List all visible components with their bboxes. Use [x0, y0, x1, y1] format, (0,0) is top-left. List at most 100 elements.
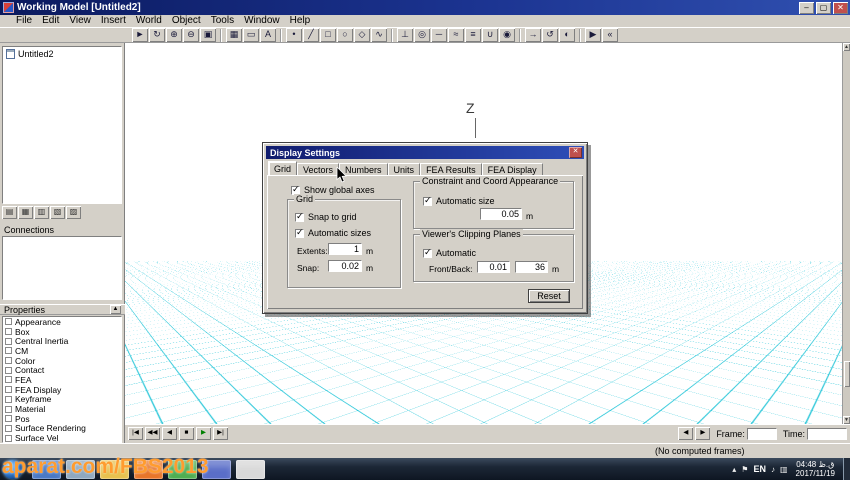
rod-tool-icon[interactable]: ─: [431, 28, 447, 42]
property-box[interactable]: Box: [3, 327, 121, 337]
reset-to-start-button[interactable]: |◀: [128, 427, 143, 440]
scroll-up-icon[interactable]: ▲: [843, 43, 850, 51]
snap-input[interactable]: [328, 260, 362, 272]
damper-tool-icon[interactable]: ≡: [465, 28, 481, 42]
browser-diagonal-tab[interactable]: ▧: [50, 206, 65, 219]
property-checkbox[interactable]: [5, 424, 12, 432]
time-input[interactable]: [807, 427, 847, 440]
show-desktop-button[interactable]: [843, 458, 850, 480]
zoom-out-icon[interactable]: ⊖: [183, 28, 199, 42]
property-fea[interactable]: FEA: [3, 375, 121, 385]
minimize-button[interactable]: –: [799, 1, 814, 14]
menu-insert[interactable]: Insert: [96, 15, 131, 27]
rotate-tool-icon[interactable]: ↻: [149, 28, 165, 42]
torque-tool-icon[interactable]: ↺: [542, 28, 558, 42]
property-checkbox[interactable]: [5, 405, 12, 413]
property-checkbox[interactable]: [5, 415, 12, 423]
extents-input[interactable]: [328, 243, 362, 255]
volume-icon[interactable]: ♪: [771, 465, 775, 474]
tab-fea-results[interactable]: FEA Results: [420, 163, 482, 175]
pin-joint-icon[interactable]: ◎: [414, 28, 430, 42]
taskbar-app-icon-7[interactable]: [236, 459, 265, 479]
menu-world[interactable]: World: [131, 15, 167, 27]
property-material[interactable]: Material: [3, 404, 121, 414]
menu-view[interactable]: View: [64, 15, 96, 27]
frame-forward-button[interactable]: ▶: [695, 427, 711, 440]
property-surface-rendering[interactable]: Surface Rendering: [3, 423, 121, 433]
motor-tool-icon[interactable]: ◐: [559, 28, 575, 42]
front-clip-input[interactable]: [477, 261, 510, 273]
dialog-close-button[interactable]: ✕: [569, 147, 582, 158]
tab-fea-display[interactable]: FEA Display: [481, 163, 543, 175]
browser-outline-tab[interactable]: ▤: [2, 206, 17, 219]
property-checkbox[interactable]: [5, 357, 12, 365]
text-tool-icon[interactable]: A: [260, 28, 276, 42]
property-surface-vel[interactable]: Surface Vel: [3, 433, 121, 442]
rope-tool-icon[interactable]: ∪: [482, 28, 498, 42]
tray-expand-button[interactable]: ▴: [732, 465, 736, 474]
stop-button[interactable]: ■: [179, 427, 194, 440]
menu-tools[interactable]: Tools: [206, 15, 239, 27]
rectangle-tool-icon[interactable]: □: [320, 28, 336, 42]
zoom-extents-icon[interactable]: ▣: [200, 28, 216, 42]
property-checkbox[interactable]: [5, 395, 12, 403]
tab-grid[interactable]: Grid: [268, 161, 298, 175]
point-tool-icon[interactable]: •: [286, 28, 302, 42]
grid-snap-icon[interactable]: ▦: [226, 28, 242, 42]
select-tool-icon[interactable]: ►: [132, 28, 148, 42]
ruler-icon[interactable]: ▭: [243, 28, 259, 42]
property-fea-display[interactable]: FEA Display: [3, 385, 121, 395]
constraint-size-input[interactable]: [480, 208, 522, 220]
property-checkbox[interactable]: [5, 337, 12, 345]
tree-item-untitled2[interactable]: Untitled2: [3, 47, 121, 59]
property-checkbox[interactable]: [5, 386, 12, 394]
property-checkbox[interactable]: [5, 366, 12, 374]
property-color[interactable]: Color: [3, 356, 121, 366]
frame-back-button[interactable]: ◀: [678, 427, 694, 440]
browser-split-tab[interactable]: ▥: [34, 206, 49, 219]
circle-tool-icon[interactable]: ○: [337, 28, 353, 42]
reset-button[interactable]: Reset: [528, 289, 570, 303]
vertical-scrollbar[interactable]: ▲ ▼: [842, 43, 850, 424]
automatic-size-checkbox[interactable]: Automatic size: [423, 195, 495, 206]
menu-file[interactable]: File: [11, 15, 37, 27]
action-center-icon[interactable]: ⚑: [741, 465, 748, 474]
browser-shade-tab[interactable]: ▨: [66, 206, 81, 219]
close-button[interactable]: ✕: [833, 1, 848, 14]
property-contact[interactable]: Contact: [3, 365, 121, 375]
dialog-titlebar[interactable]: Display Settings ✕: [266, 146, 584, 159]
pulley-tool-icon[interactable]: ◉: [499, 28, 515, 42]
scrollbar-thumb[interactable]: [844, 361, 850, 387]
property-checkbox[interactable]: [5, 318, 12, 326]
property-central-inertia[interactable]: Central Inertia: [3, 336, 121, 346]
tab-vectors[interactable]: Vectors: [297, 163, 340, 175]
property-cm[interactable]: CM: [3, 346, 121, 356]
property-appearance[interactable]: Appearance: [3, 317, 121, 327]
rewind-button[interactable]: ◀◀: [145, 427, 160, 440]
properties-collapse-button[interactable]: ▲: [110, 305, 121, 314]
zoom-in-icon[interactable]: ⊕: [166, 28, 182, 42]
reset-tool-icon[interactable]: «: [602, 28, 618, 42]
menu-help[interactable]: Help: [285, 15, 316, 27]
anchor-tool-icon[interactable]: ⊥: [397, 28, 413, 42]
connections-list[interactable]: [2, 236, 122, 300]
network-icon[interactable]: ▥: [780, 465, 788, 474]
maximize-button[interactable]: ▢: [816, 1, 831, 14]
line-tool-icon[interactable]: ╱: [303, 28, 319, 42]
menu-window[interactable]: Window: [239, 15, 285, 27]
back-clip-input[interactable]: [515, 261, 548, 273]
step-back-button[interactable]: ◀: [162, 427, 177, 440]
clock[interactable]: 04:48 ق.ظ 2017/11/19: [793, 460, 838, 478]
language-indicator[interactable]: EN: [753, 464, 766, 474]
browser-grid-tab[interactable]: ▦: [18, 206, 33, 219]
property-checkbox[interactable]: [5, 328, 12, 336]
force-tool-icon[interactable]: →: [525, 28, 541, 42]
menu-edit[interactable]: Edit: [37, 15, 64, 27]
scroll-down-icon[interactable]: ▼: [843, 416, 850, 424]
snap-to-grid-checkbox[interactable]: Snap to grid: [295, 211, 357, 222]
tab-units[interactable]: Units: [387, 163, 421, 175]
frame-input[interactable]: [746, 427, 777, 440]
step-forward-button[interactable]: ▶|: [213, 427, 228, 440]
automatic-sizes-checkbox[interactable]: Automatic sizes: [295, 227, 371, 238]
polygon-tool-icon[interactable]: ◇: [354, 28, 370, 42]
